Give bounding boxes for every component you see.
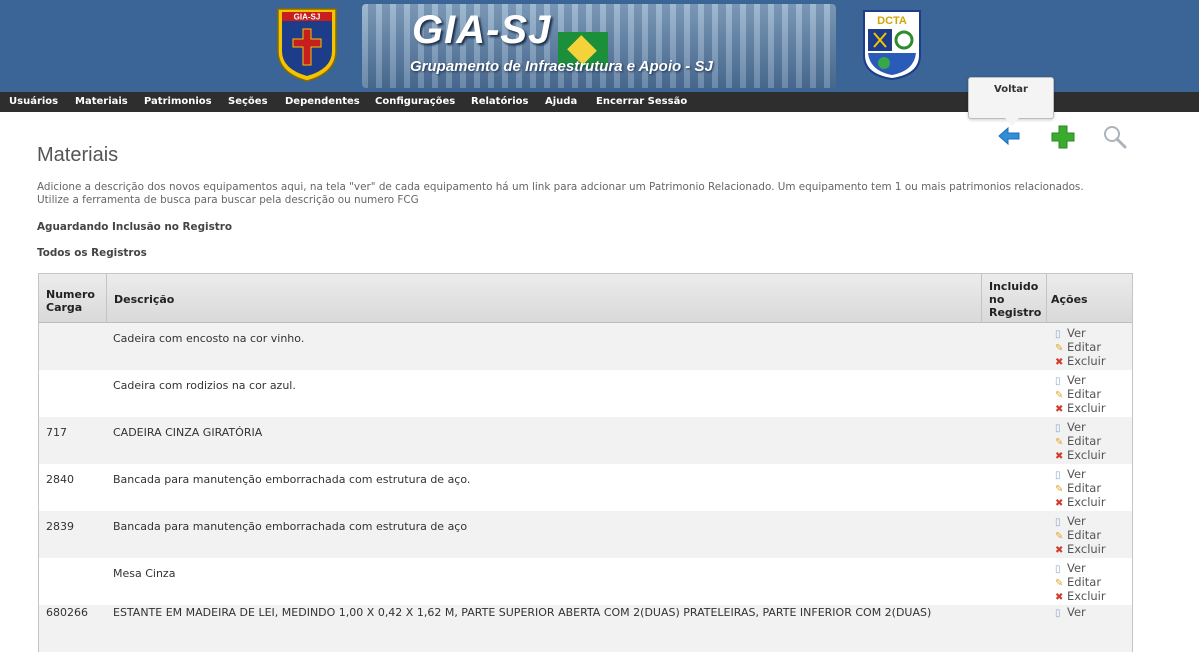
view-link[interactable]: ▯ Ver [1055,374,1106,388]
document-icon: ▯ [1055,470,1061,481]
pencil-icon: ✎ [1055,343,1064,354]
row-actions: ▯ Ver ✎ Editar ✖ Excluir [1055,562,1106,604]
dcta-emblem-text: DCTA [877,15,907,27]
cell-descricao: Bancada para manutenção emborrachada com… [113,473,471,486]
row-actions: ▯ Ver ✎ Editar ✖ Excluir [1055,327,1106,369]
header-acoes: Ações [1051,293,1088,306]
nav-item-configuracoes[interactable]: Configurações [375,92,455,112]
nav-item-ajuda[interactable]: Ajuda [545,92,577,112]
delete-link[interactable]: ✖ Excluir [1055,402,1106,416]
x-icon: ✖ [1055,592,1064,603]
pencil-icon: ✎ [1055,437,1064,448]
x-icon: ✖ [1055,404,1064,415]
view-link[interactable]: ▯ Ver [1055,421,1106,435]
document-icon: ▯ [1055,423,1061,434]
table-row: Cadeira com rodizios na cor azul. ▯ Ver ✎… [39,370,1132,417]
nav-item-secoes[interactable]: Seções [228,92,268,112]
tooltip-text: Voltar [994,84,1028,95]
plus-icon[interactable] [1050,124,1076,150]
cell-descricao: Mesa Cinza [113,567,176,580]
magnifier-icon[interactable] [1102,124,1128,150]
delete-link[interactable]: ✖ Excluir [1055,496,1106,510]
cell-descricao: Bancada para manutenção emborrachada com… [113,520,468,533]
dcta-emblem: DCTA [863,10,921,81]
document-icon: ▯ [1055,564,1061,575]
table-row: 680266 ESTANTE EM MADEIRA DE LEI, MEDIND… [39,605,1132,652]
document-icon: ▯ [1055,329,1061,340]
nav-item-usuarios[interactable]: Usuários [9,92,58,112]
view-link[interactable]: ▯ Ver [1055,562,1106,576]
banner-image: GIA-SJ Grupamento de Infraestrutura e Ap… [362,4,836,88]
row-actions: ▯ Ver [1055,606,1086,620]
nav-item-relatorios[interactable]: Relatórios [471,92,529,112]
cell-descricao: Cadeira com rodizios na cor azul. [113,379,296,392]
edit-link[interactable]: ✎ Editar [1055,341,1106,355]
document-icon: ▯ [1055,608,1061,619]
description-line-2: Utilize a ferramenta de busca para busca… [37,194,419,206]
view-link[interactable]: ▯ Ver [1055,327,1106,341]
all-records-label: Todos os Registros [37,247,147,259]
back-tooltip: Voltar [968,77,1054,126]
cell-numero: 2840 [46,473,74,486]
description-line-1: Adicione a descrição dos novos equipamen… [37,181,1084,193]
page-title: Materiais [37,144,119,166]
x-icon: ✖ [1055,498,1064,509]
view-link[interactable]: ▯ Ver [1055,606,1086,620]
row-actions: ▯ Ver ✎ Editar ✖ Excluir [1055,421,1106,463]
delete-link[interactable]: ✖ Excluir [1055,355,1106,369]
table-row: Mesa Cinza ▯ Ver ✎ Editar ✖ Excluir [39,558,1132,605]
edit-link[interactable]: ✎ Editar [1055,388,1106,402]
edit-link[interactable]: ✎ Editar [1055,529,1106,543]
nav-item-dependentes[interactable]: Dependentes [285,92,360,112]
pencil-icon: ✎ [1055,390,1064,401]
banner-title: GIA-SJ [412,8,552,52]
cell-descricao: Cadeira com encosto na cor vinho. [113,332,305,345]
cell-numero: 717 [46,426,67,439]
banner-subtitle: Grupamento de Infraestrutura e Apoio - S… [410,58,713,75]
cell-numero: 2839 [46,520,74,533]
table-row: 2840 Bancada para manutenção emborrachad… [39,464,1132,511]
document-icon: ▯ [1055,376,1061,387]
row-actions: ▯ Ver ✎ Editar ✖ Excluir [1055,515,1106,557]
pencil-icon: ✎ [1055,484,1064,495]
nav-item-materiais[interactable]: Materiais [75,92,128,112]
edit-link[interactable]: ✎ Editar [1055,435,1106,449]
table-row: 717 CADEIRA CINZA GIRATÓRIA ▯ Ver ✎ Editar… [39,417,1132,464]
edit-link[interactable]: ✎ Editar [1055,576,1106,590]
gia-sj-emblem-text: GIA-SJ [294,13,321,22]
x-icon: ✖ [1055,357,1064,368]
materials-table: Numero Carga Descrição Incluido no Regis… [38,273,1133,652]
page-description: Adicione a descrição dos novos equipamen… [37,181,1137,207]
view-link[interactable]: ▯ Ver [1055,515,1106,529]
pencil-icon: ✎ [1055,531,1064,542]
view-link[interactable]: ▯ Ver [1055,468,1106,482]
edit-link[interactable]: ✎ Editar [1055,482,1106,496]
arrow-left-icon[interactable] [997,125,1021,147]
nav-item-patrimonios[interactable]: Patrimonios [144,92,212,112]
row-actions: ▯ Ver ✎ Editar ✖ Excluir [1055,374,1106,416]
cell-descricao: ESTANTE EM MADEIRA DE LEI, MEDINDO 1,00 … [113,606,932,619]
cell-numero: 680266 [46,606,88,619]
table-row: Cadeira com encosto na cor vinho. ▯ Ver ✎… [39,323,1132,370]
table-row: 2839 Bancada para manutenção emborrachad… [39,511,1132,558]
table-header: Numero Carga Descrição Incluido no Regis… [39,274,1132,323]
delete-link[interactable]: ✖ Excluir [1055,590,1106,604]
cell-descricao: CADEIRA CINZA GIRATÓRIA [113,426,263,439]
header-descricao[interactable]: Descrição [107,274,982,322]
header-numero-carga[interactable]: Numero Carga [39,274,107,322]
pencil-icon: ✎ [1055,578,1064,589]
x-icon: ✖ [1055,545,1064,556]
delete-link[interactable]: ✖ Excluir [1055,449,1106,463]
gia-sj-emblem: GIA-SJ [277,8,337,82]
nav-item-encerrar-sessao[interactable]: Encerrar Sessão [596,92,687,112]
row-actions: ▯ Ver ✎ Editar ✖ Excluir [1055,468,1106,510]
header-incluido-registro[interactable]: Incluido no Registro [982,274,1047,322]
document-icon: ▯ [1055,517,1061,528]
pending-section-label: Aguardando Inclusão no Registro [37,221,233,233]
x-icon: ✖ [1055,451,1064,462]
delete-link[interactable]: ✖ Excluir [1055,543,1106,557]
